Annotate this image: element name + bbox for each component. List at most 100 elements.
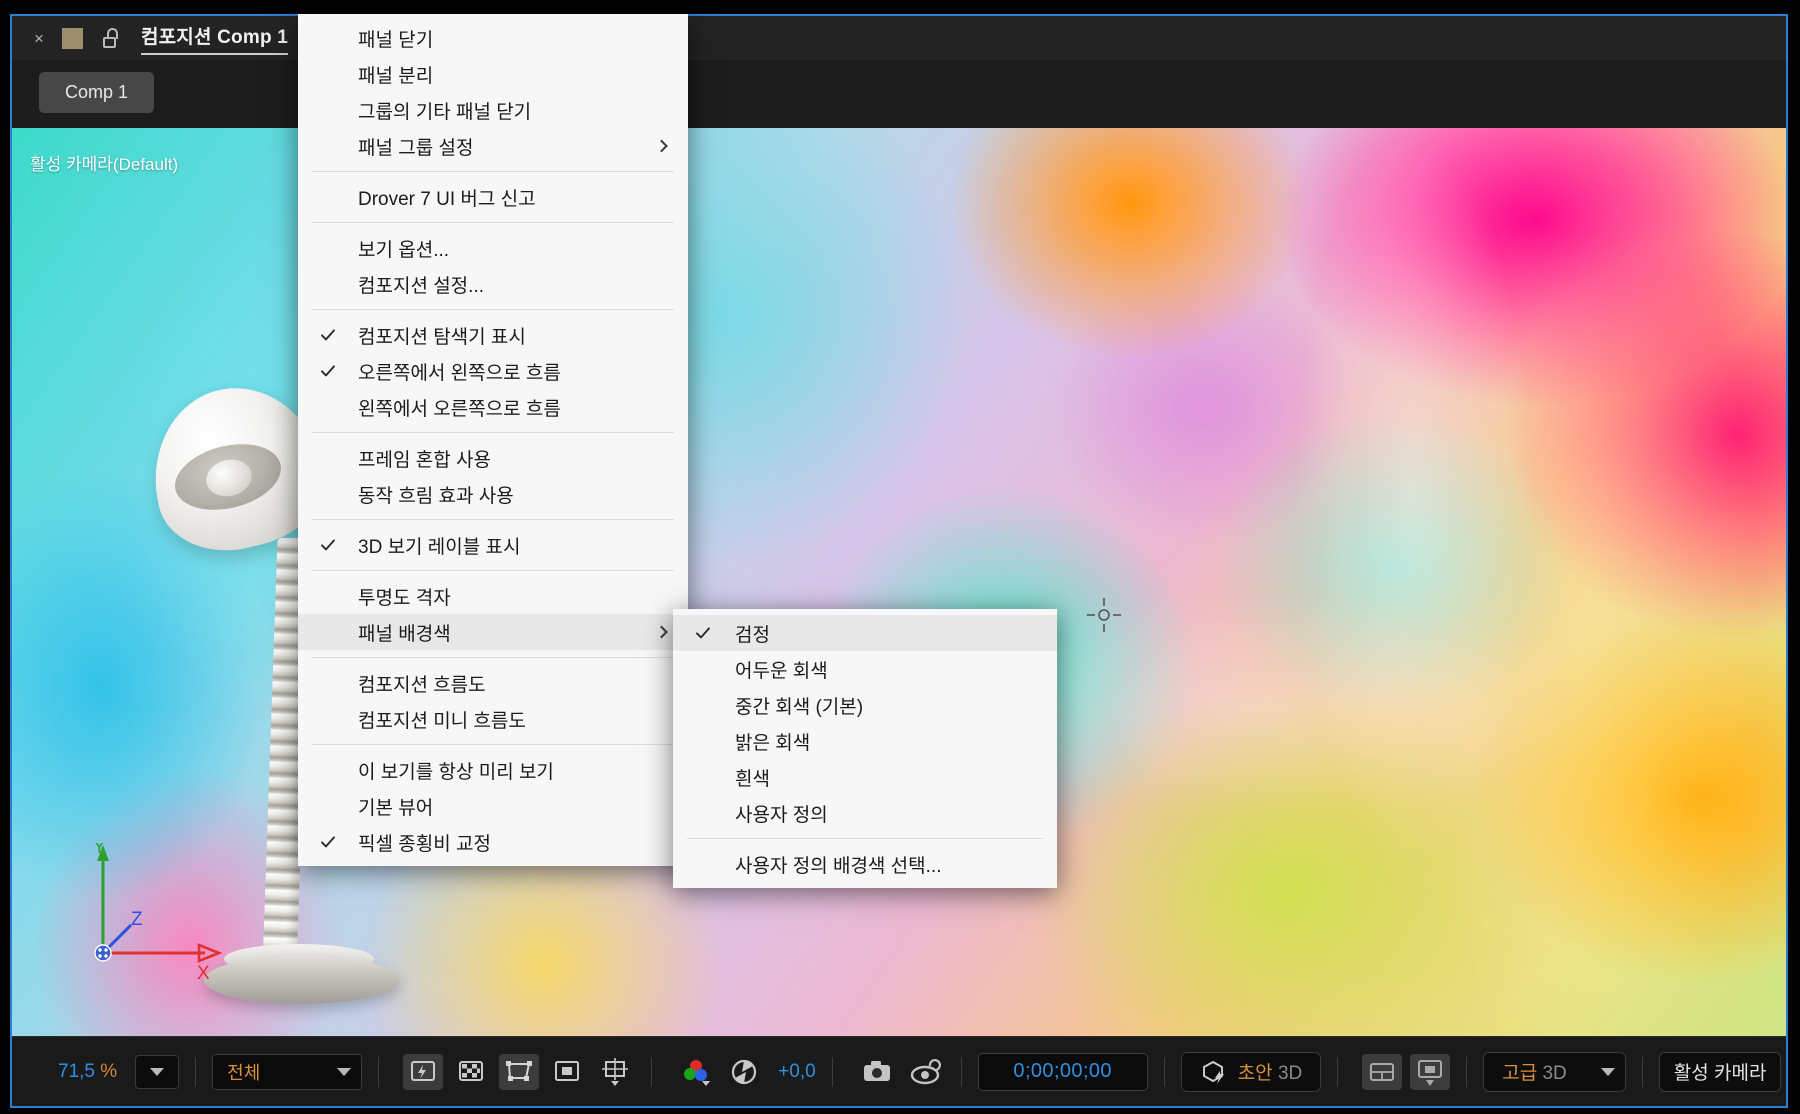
exposure-icon[interactable]: [724, 1054, 764, 1090]
channels-icon[interactable]: [676, 1054, 716, 1090]
chevron-right-icon: [655, 626, 668, 639]
menu-item[interactable]: Drover 7 UI 버그 신고: [298, 179, 688, 215]
draft3d-suffix: 3D: [1278, 1063, 1302, 1084]
menu-item[interactable]: 패널 그룹 설정: [298, 128, 688, 164]
menu-separator: [687, 838, 1043, 839]
check-icon: [320, 834, 336, 850]
menu-item[interactable]: 동작 흐림 효과 사용: [298, 476, 688, 512]
menu-item-label: 동작 흐림 효과 사용: [358, 481, 514, 508]
menu-item-label: 컴포지션 설정...: [358, 271, 484, 298]
panel-context-menu[interactable]: 패널 닫기패널 분리그룹의 기타 패널 닫기패널 그룹 설정 Drover 7 U…: [298, 14, 688, 866]
divider: [832, 1057, 833, 1087]
menu-separator: [312, 432, 674, 433]
divider: [195, 1057, 196, 1087]
menu-item-label: 컴포지션 흐름도: [358, 670, 486, 697]
menu-separator: [312, 222, 674, 223]
chevron-right-icon: [655, 140, 668, 153]
active-camera-select[interactable]: 활성 카메라: [1659, 1052, 1782, 1092]
fast-preview-icon[interactable]: [403, 1054, 443, 1090]
menu-item[interactable]: 패널 닫기: [298, 20, 688, 56]
menu-separator: [312, 570, 674, 571]
resolution-select[interactable]: 전체: [212, 1054, 362, 1090]
panel-tab-title[interactable]: 컴포지션 Comp 1: [141, 22, 288, 55]
menu-item[interactable]: 컴포지션 흐름도: [298, 665, 688, 701]
menu-item[interactable]: 중간 회색 (기본): [673, 687, 1057, 723]
menu-item[interactable]: 어두운 회색: [673, 651, 1057, 687]
exposure-value[interactable]: +0,0: [778, 1061, 816, 1083]
3d-axis-gizmo: Y X Z: [87, 843, 232, 983]
menu-item[interactable]: 3D 보기 레이블 표시: [298, 527, 688, 563]
draft-3d-button[interactable]: 초안 3D: [1181, 1052, 1322, 1092]
check-icon: [695, 625, 711, 641]
snapshot-icon[interactable]: [857, 1054, 897, 1090]
viewer-bottom-toolbar: 71,5 % 전체: [12, 1036, 1786, 1106]
menu-item-label: 기본 뷰어: [358, 793, 433, 820]
3d-view-single-icon[interactable]: [1410, 1054, 1450, 1090]
divider: [1337, 1057, 1338, 1087]
region-of-interest-icon[interactable]: [499, 1054, 539, 1090]
zoom-level-readout[interactable]: 71,5 %: [58, 1061, 117, 1083]
lock-icon[interactable]: [103, 28, 119, 48]
menu-item[interactable]: 그룹의 기타 패널 닫기: [298, 92, 688, 128]
menu-item[interactable]: 패널 분리: [298, 56, 688, 92]
menu-item[interactable]: 흰색: [673, 759, 1057, 795]
menu-item-label: 흰색: [735, 764, 770, 791]
gizmo-z-label: Z: [131, 909, 143, 930]
menu-item-label: 프레임 혼합 사용: [358, 445, 491, 472]
menu-item-label: 중간 회색 (기본): [735, 692, 863, 719]
mask-path-icon[interactable]: [547, 1054, 587, 1090]
menu-item-label: 이 보기를 항상 미리 보기: [358, 757, 554, 784]
composition-panel: × 컴포지션 Comp 1 Comp 1 활성 카메라(Default): [10, 14, 1788, 1108]
menu-item-label: 보기 옵션...: [358, 235, 449, 262]
renderer-select[interactable]: 고급 3D: [1483, 1052, 1626, 1092]
close-icon[interactable]: ×: [34, 30, 44, 47]
resolution-value: 전체: [227, 1059, 260, 1085]
menu-item[interactable]: 컴포지션 미니 흐름도: [298, 701, 688, 737]
3d-view-grid-icon[interactable]: [1362, 1054, 1402, 1090]
transparency-grid-icon[interactable]: [451, 1054, 491, 1090]
menu-item[interactable]: 컴포지션 탐색기 표시: [298, 317, 688, 353]
timecode-field[interactable]: 0;00;00;00: [978, 1053, 1148, 1091]
draft3d-icon: [1200, 1059, 1228, 1085]
menu-item[interactable]: 오른쪽에서 왼쪽으로 흐름: [298, 353, 688, 389]
guide-layout-icon[interactable]: [595, 1054, 635, 1090]
menu-item[interactable]: 투명도 격자: [298, 578, 688, 614]
window-frame-right: [1788, 0, 1800, 1114]
menu-item[interactable]: 왼쪽에서 오른쪽으로 흐름: [298, 389, 688, 425]
check-icon: [320, 537, 336, 553]
menu-item[interactable]: 패널 배경색: [298, 614, 688, 650]
menu-item[interactable]: 픽셀 종횡비 교정: [298, 824, 688, 860]
divider: [378, 1057, 379, 1087]
renderer-suffix: 3D: [1542, 1063, 1566, 1084]
viewer-canvas[interactable]: 활성 카메라(Default) Y: [12, 128, 1786, 1058]
menu-item[interactable]: 밝은 회색: [673, 723, 1057, 759]
menu-item[interactable]: 컴포지션 설정...: [298, 266, 688, 302]
menu-separator: [312, 171, 674, 172]
panel-color-swatch[interactable]: [62, 28, 83, 49]
divider: [1642, 1057, 1643, 1087]
menu-item-label: 패널 배경색: [358, 619, 451, 646]
menu-item[interactable]: 보기 옵션...: [298, 230, 688, 266]
menu-item[interactable]: 이 보기를 항상 미리 보기: [298, 752, 688, 788]
menu-item[interactable]: 프레임 혼합 사용: [298, 440, 688, 476]
menu-item[interactable]: 기본 뷰어: [298, 788, 688, 824]
menu-item-label: 3D 보기 레이블 표시: [358, 532, 521, 559]
menu-separator: [312, 519, 674, 520]
comp-chip[interactable]: Comp 1: [39, 72, 154, 113]
menu-item-label: 검정: [735, 620, 770, 647]
zoom-value: 71,5: [58, 1061, 95, 1082]
menu-item[interactable]: 사용자 정의: [673, 795, 1057, 831]
panel-background-color-submenu[interactable]: 검정어두운 회색중간 회색 (기본) 밝은 회색흰색사용자 정의사용자 정의 배경…: [673, 609, 1057, 888]
show-snapshot-icon[interactable]: [905, 1054, 945, 1090]
menu-item[interactable]: 검정: [673, 615, 1057, 651]
app-window: × 컴포지션 Comp 1 Comp 1 활성 카메라(Default): [0, 0, 1800, 1114]
menu-item-label: 밝은 회색: [735, 728, 810, 755]
menu-item[interactable]: 사용자 정의 배경색 선택...: [673, 846, 1057, 882]
zoom-dropdown-button[interactable]: [135, 1055, 179, 1089]
menu-item-label: Drover 7 UI 버그 신고: [358, 184, 536, 211]
check-icon: [320, 327, 336, 343]
menu-item-label: 오른쪽에서 왼쪽으로 흐름: [358, 358, 561, 385]
menu-item-label: 패널 분리: [358, 61, 433, 88]
renderer-label: 고급: [1502, 1063, 1537, 1084]
zoom-unit: %: [100, 1061, 117, 1082]
